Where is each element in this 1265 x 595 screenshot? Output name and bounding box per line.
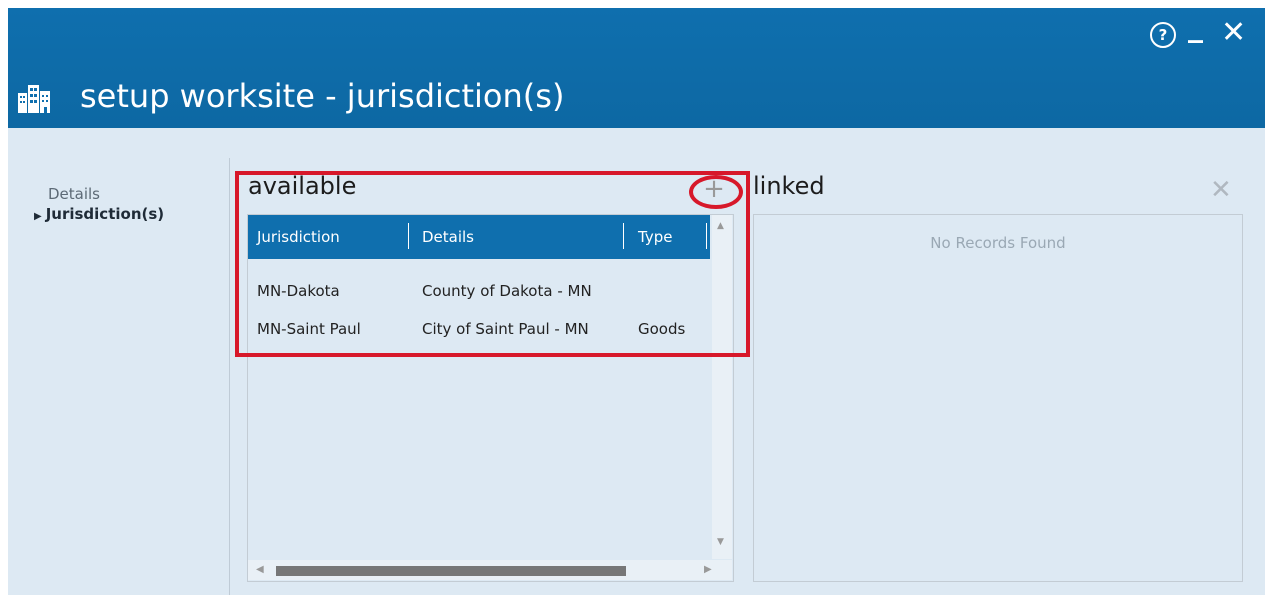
horizontal-scroll-thumb[interactable] [276,566,626,576]
scroll-right-icon[interactable]: ▶ [704,564,712,575]
empty-state-text: No Records Found [930,234,1066,252]
nav-item-details[interactable]: Details [48,185,100,203]
caret-right-icon: ▶ [34,211,42,222]
buildings-icon [18,85,50,113]
header-bar: ? _ ✕ setup worksite - jurisdiction(s) [8,8,1265,128]
side-nav: Details ▶ Jurisdiction(s) [8,128,229,595]
linked-grid: No Records Found [753,214,1243,582]
annotation-highlight-box [235,171,750,357]
annotation-circle [689,175,743,209]
clear-linked-button[interactable]: ✕ [1210,175,1232,205]
horizontal-scrollbar[interactable]: ◀ ▶ [248,560,732,580]
help-button[interactable]: ? [1150,22,1176,48]
nav-item-label: Jurisdiction(s) [45,205,165,223]
nav-item-jurisdictions[interactable]: ▶ Jurisdiction(s) [34,205,164,223]
scroll-down-icon[interactable]: ▼ [717,537,724,547]
page-title: setup worksite - jurisdiction(s) [80,77,565,115]
linked-title: linked [753,172,825,200]
scroll-left-icon[interactable]: ◀ [256,564,264,575]
close-window-button[interactable]: ✕ [1221,18,1246,48]
nav-divider [229,158,230,595]
minimize-button[interactable]: _ [1188,12,1203,42]
